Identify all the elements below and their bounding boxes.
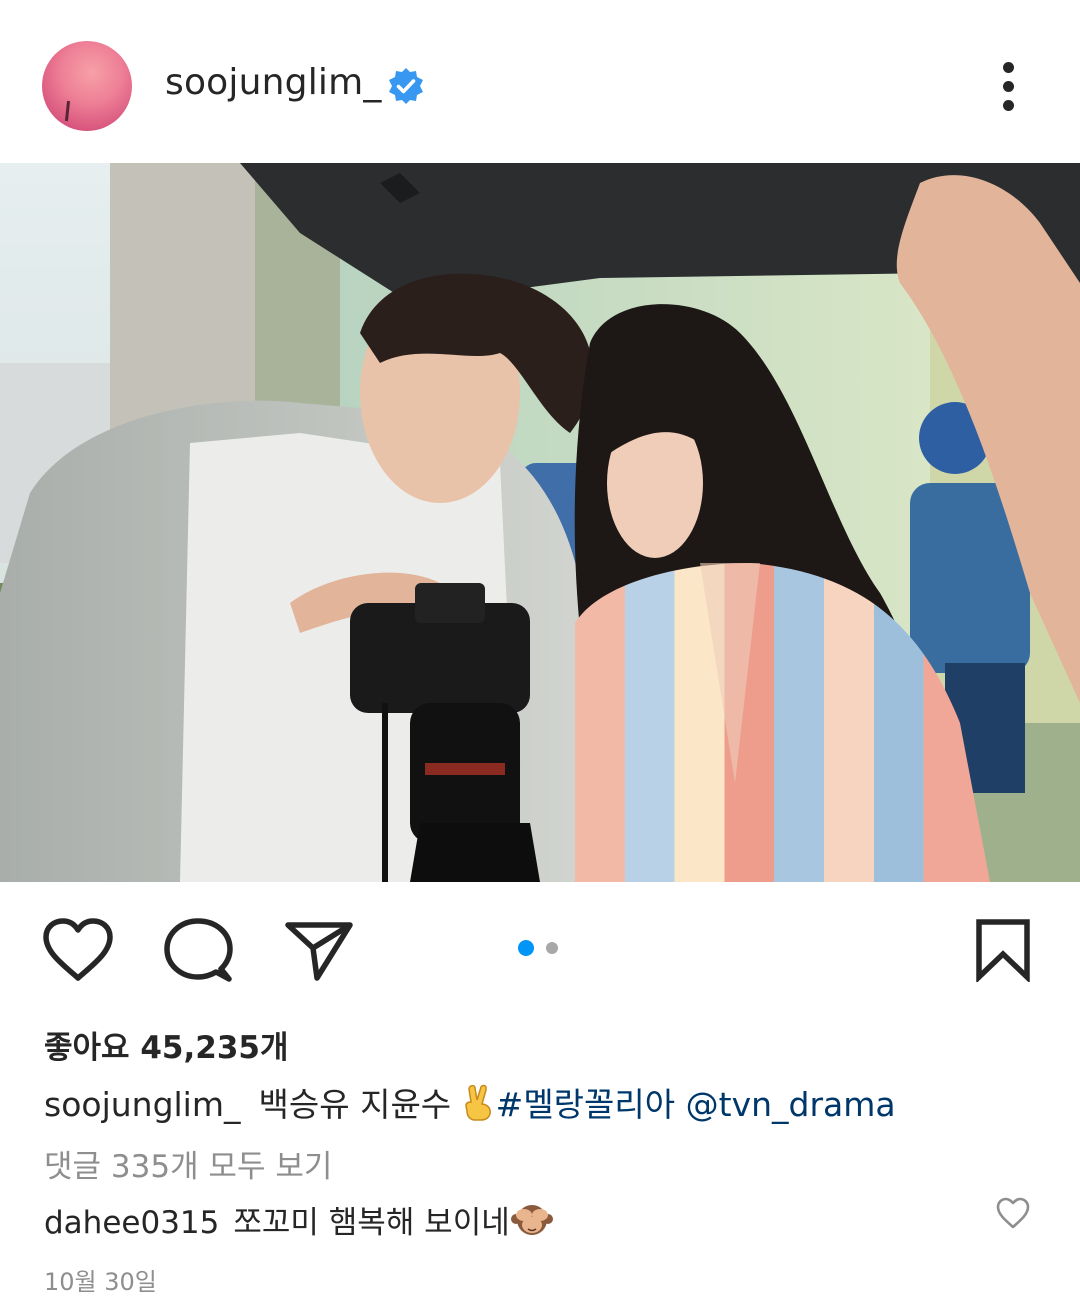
likes-count[interactable]: 좋아요 45,235개 [44, 1022, 289, 1067]
bookmark-icon[interactable] [974, 918, 1032, 982]
avatar[interactable] [42, 41, 132, 131]
photo-illustration [0, 163, 1080, 882]
top-comment: dahee0315 쪼꼬미 햄복해 보이네 [44, 1197, 554, 1242]
carousel-dot-active [518, 940, 534, 956]
post-header: soojunglim_ [0, 0, 1080, 165]
caption-hashtag[interactable]: #멜랑꼴리아 [496, 1085, 675, 1124]
post-username[interactable]: soojunglim_ [165, 62, 382, 103]
caption-text: 백승유 지윤수 [258, 1085, 452, 1124]
carousel-dot [546, 942, 558, 954]
comment-bubble-icon[interactable] [163, 917, 235, 985]
caption-mention[interactable]: @tvn_drama [686, 1085, 896, 1124]
victory-hand-emoji-icon [464, 1084, 491, 1121]
post-date: 10월 30일 [44, 1268, 157, 1296]
caption: soojunglim_ 백승유 지윤수 #멜랑꼴리아 @tvn_drama [44, 1078, 896, 1126]
caption-username[interactable]: soojunglim_ [44, 1085, 241, 1124]
more-options-button[interactable] [990, 58, 1026, 114]
comment-heart-icon[interactable] [995, 1196, 1031, 1230]
paper-plane-icon[interactable] [284, 920, 354, 982]
view-all-comments-link[interactable]: 댓글 335개 모두 보기 [44, 1141, 332, 1186]
see-no-evil-monkey-emoji-icon [510, 1205, 553, 1235]
comment-text: 쪼꼬미 햄복해 보이네 [233, 1205, 510, 1241]
comment-username[interactable]: dahee0315 [44, 1205, 219, 1241]
verified-badge-icon [389, 68, 423, 104]
heart-icon[interactable] [42, 918, 114, 982]
post-image[interactable] [0, 163, 1080, 882]
carousel-indicator [516, 938, 566, 958]
